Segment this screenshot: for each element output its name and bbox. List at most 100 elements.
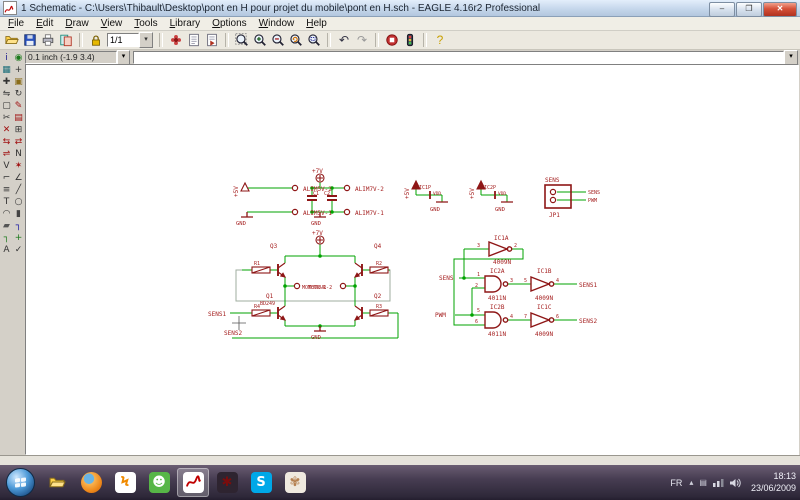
tool-cut[interactable]: ✂ xyxy=(1,113,12,124)
tool-invoke[interactable]: ≡ xyxy=(1,185,12,196)
zoom-select-icon[interactable] xyxy=(306,32,322,48)
script-icon[interactable] xyxy=(186,32,202,48)
tool-miter[interactable]: ⌐ xyxy=(1,173,12,184)
display-tray-icon[interactable]: ▤ xyxy=(699,478,707,487)
tool-pinswap[interactable]: ⇆ xyxy=(1,137,12,148)
show-hidden-icons[interactable]: ▴ xyxy=(689,478,693,487)
tool-polygon[interactable]: ▰ xyxy=(1,221,12,232)
tool-change[interactable]: ✎ xyxy=(13,101,24,112)
resistor-r4 xyxy=(251,309,271,317)
network-icon[interactable] xyxy=(712,478,724,487)
skype-app[interactable]: S xyxy=(245,468,277,497)
tool-copy[interactable]: ▣ xyxy=(13,77,24,88)
tool-junction[interactable]: + xyxy=(13,233,24,244)
open-icon[interactable] xyxy=(4,32,20,48)
menu-item-library[interactable]: Library xyxy=(164,17,207,30)
minimize-button[interactable]: – xyxy=(709,2,735,17)
sheet-dropdown-icon[interactable]: ▾ xyxy=(139,32,153,48)
menu-item-file[interactable]: File xyxy=(2,17,30,30)
label-4009n-c: 4009N xyxy=(535,331,553,338)
explorer-app[interactable] xyxy=(41,468,73,497)
toolbar-separator xyxy=(225,33,229,47)
tool-display[interactable]: ▦ xyxy=(1,65,12,76)
messenger-app[interactable]: ☻ xyxy=(143,468,175,497)
tool-rotate[interactable]: ↻ xyxy=(13,89,24,100)
maximize-button[interactable]: ❐ xyxy=(736,2,762,17)
firefox-app[interactable] xyxy=(75,468,107,497)
volume-icon[interactable] xyxy=(729,478,741,488)
sheet-value: 1/1 xyxy=(107,33,139,47)
use-library-icon[interactable] xyxy=(168,32,184,48)
zoom-out-icon[interactable] xyxy=(270,32,286,48)
zoom-in-icon[interactable] xyxy=(252,32,268,48)
help-icon[interactable]: ? xyxy=(432,32,448,48)
eagle-app[interactable] xyxy=(177,468,209,497)
tool-add[interactable]: ⊞ xyxy=(13,125,24,136)
redo-icon[interactable]: ↷ xyxy=(354,32,370,48)
tool-rect[interactable]: ▮ xyxy=(13,209,24,220)
start-button[interactable] xyxy=(6,468,35,497)
label-p5v: +5V xyxy=(233,186,240,197)
command-history-dropdown-icon[interactable]: ▾ xyxy=(784,49,798,65)
tool-value[interactable]: V xyxy=(1,161,12,172)
traffic-light-icon[interactable] xyxy=(402,32,418,48)
print-icon[interactable] xyxy=(40,32,56,48)
tool-label[interactable]: A xyxy=(1,245,12,256)
schematic-canvas[interactable]: +5V ALIM5V-2 ALIM5V-1 GND +7V C1 C2 ALIM… xyxy=(25,64,799,455)
cam-processor-icon[interactable] xyxy=(58,32,74,48)
tool-split[interactable]: ∠ xyxy=(13,173,24,184)
lock-icon[interactable] xyxy=(88,32,104,48)
tool-net[interactable]: ┐ xyxy=(1,233,12,244)
taskbar-clock[interactable]: 18:13 23/06/2009 xyxy=(751,471,796,494)
svg-text:6: 6 xyxy=(475,319,478,325)
menu-item-edit[interactable]: Edit xyxy=(30,17,59,30)
run-icon[interactable] xyxy=(204,32,220,48)
tool-arc[interactable]: ◠ xyxy=(1,209,12,220)
menu-item-draw[interactable]: Draw xyxy=(59,17,94,30)
save-icon[interactable] xyxy=(22,32,38,48)
menu-item-options[interactable]: Options xyxy=(206,17,252,30)
title-bar[interactable]: 1 Schematic - C:\Users\Thibault\Desktop\… xyxy=(0,0,800,17)
label-bd249: BD249 xyxy=(260,301,275,307)
label-pwm-net: PWM xyxy=(435,312,446,319)
gimp-app[interactable]: ✾ xyxy=(279,468,311,497)
menu-item-view[interactable]: View xyxy=(95,17,129,30)
tool-circle[interactable]: ○ xyxy=(13,197,24,208)
tool-info[interactable]: i xyxy=(1,53,12,64)
sheet-selector[interactable]: 1/1 ▾ xyxy=(107,32,153,48)
command-input[interactable] xyxy=(133,50,784,64)
tool-gateswap[interactable]: ⇄ xyxy=(13,137,24,148)
tool-wire[interactable]: ╱ xyxy=(13,185,24,196)
menu-item-window[interactable]: Window xyxy=(253,17,301,30)
label-ic2p: IC2P xyxy=(484,185,496,191)
tool-name[interactable]: N xyxy=(13,149,24,160)
clock-time: 18:13 xyxy=(773,471,796,482)
svg-text:4: 4 xyxy=(556,278,559,284)
tool-delete[interactable]: ✕ xyxy=(1,125,12,136)
tool-move[interactable]: ✚ xyxy=(1,77,12,88)
language-indicator[interactable]: FR xyxy=(670,478,682,488)
tool-mark[interactable]: + xyxy=(13,65,24,76)
menu-item-help[interactable]: Help xyxy=(300,17,333,30)
svg-text:6: 6 xyxy=(556,314,559,320)
eagle-control-panel-app[interactable]: ✱ xyxy=(211,468,243,497)
net-wires[interactable] xyxy=(230,182,586,339)
tool-mirror[interactable]: ⇋ xyxy=(1,89,12,100)
zoom-fit-icon[interactable] xyxy=(234,32,250,48)
tool-smash[interactable]: ✶ xyxy=(13,161,24,172)
undo-icon[interactable]: ↶ xyxy=(336,32,352,48)
tool-erc[interactable]: ✓ xyxy=(13,245,24,256)
label-sens2-left: SENS2 xyxy=(224,330,242,337)
winamp-app[interactable]: Ϟ xyxy=(109,468,141,497)
menu-item-tools[interactable]: Tools xyxy=(128,17,163,30)
zoom-redraw-icon[interactable] xyxy=(288,32,304,48)
tool-replace[interactable]: ⇌ xyxy=(1,149,12,160)
tool-bus[interactable]: ┐ xyxy=(13,221,24,232)
coordinate-dropdown-icon[interactable]: ▾ xyxy=(117,49,130,65)
tool-show[interactable]: ◉ xyxy=(13,53,24,64)
tool-paste[interactable]: ▤ xyxy=(13,113,24,124)
tool-text[interactable]: T xyxy=(1,197,12,208)
close-button[interactable]: ✕ xyxy=(763,2,797,17)
stop-icon[interactable] xyxy=(384,32,400,48)
tool-group[interactable]: ▢ xyxy=(1,101,12,112)
